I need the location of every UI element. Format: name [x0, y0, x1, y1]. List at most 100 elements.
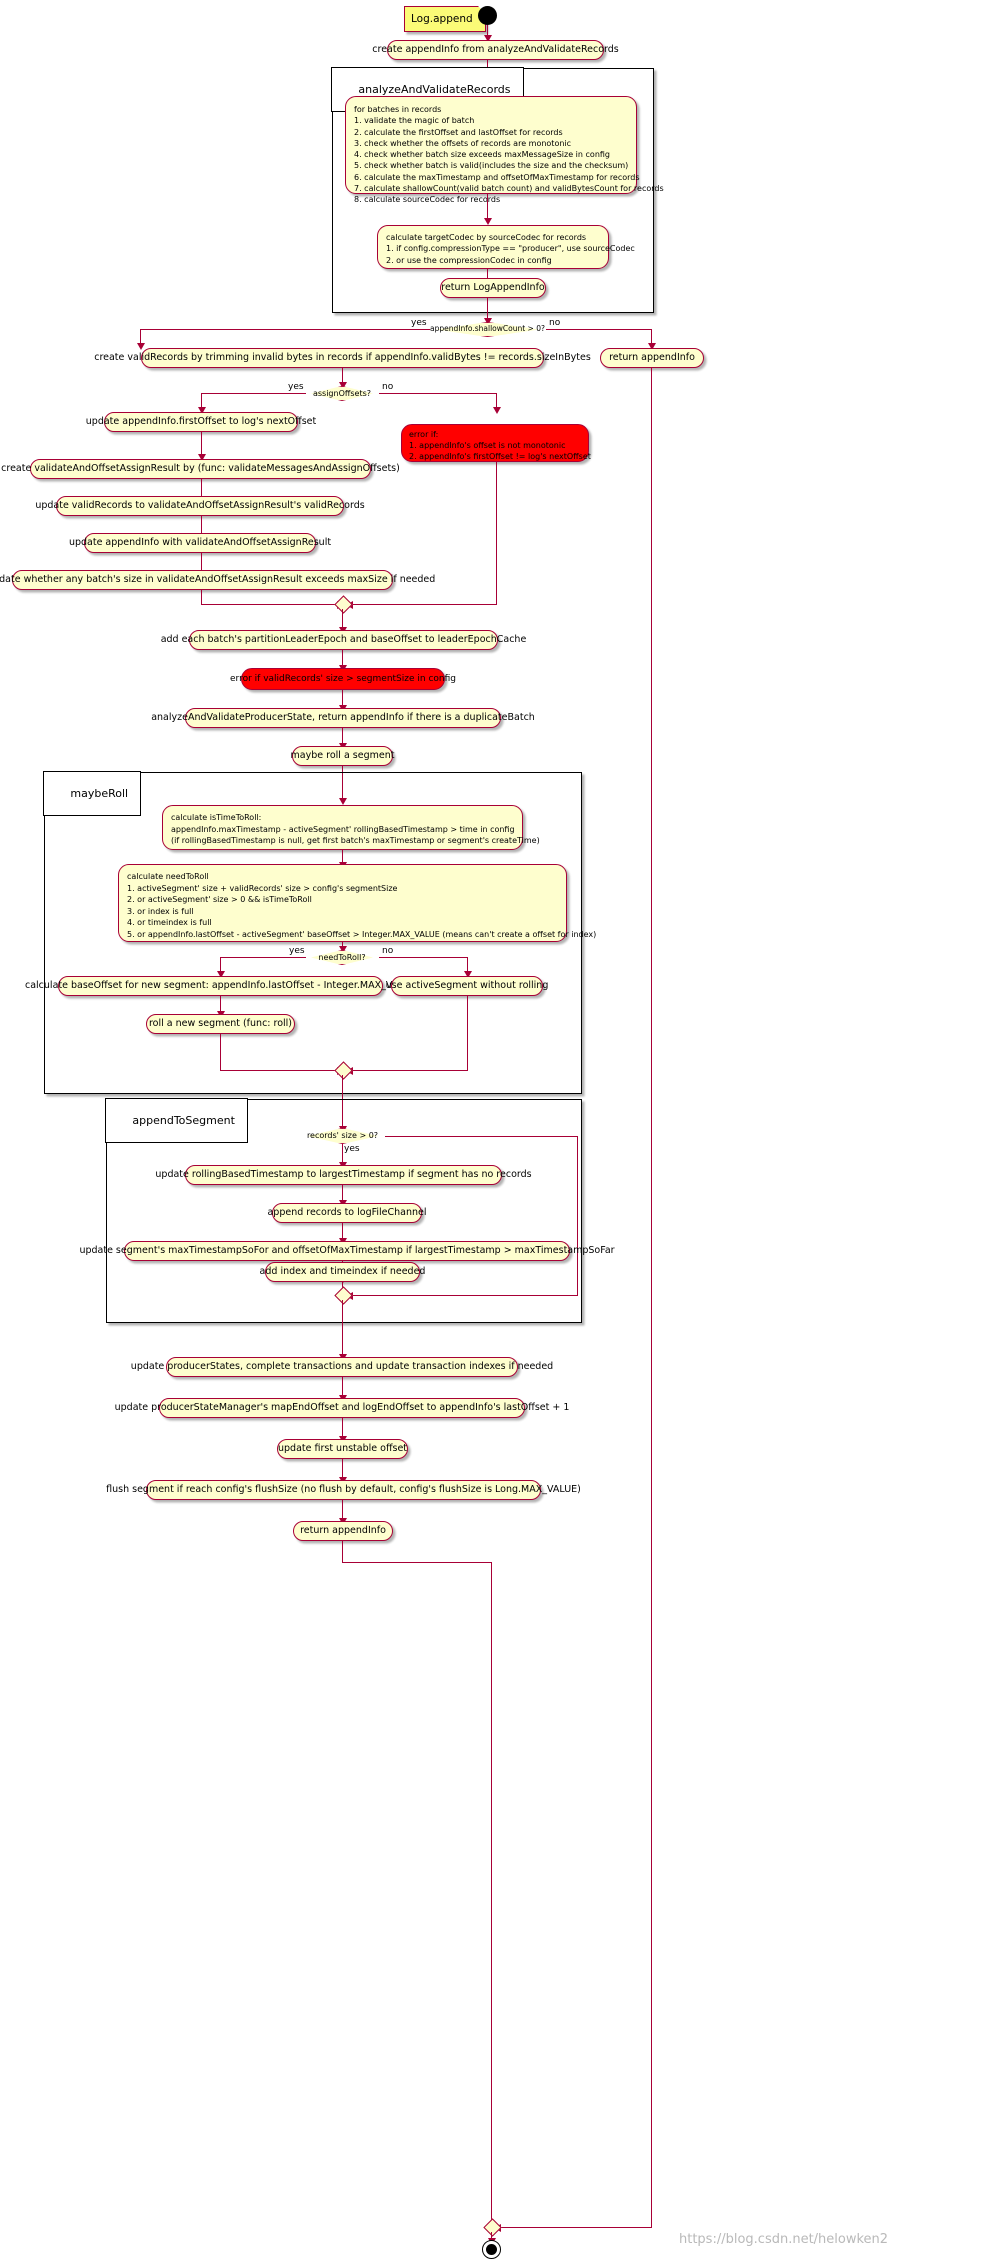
activity-flush-segment-label: flush segment if reach config's flushSiz… [106, 1483, 581, 1495]
edge-right-return-down [651, 368, 653, 2228]
edge-merge-records-down [342, 1300, 344, 1356]
decision-shallow-count-yes: yes [411, 318, 427, 328]
edge-recordsize-no-h [385, 1136, 578, 1138]
activity-append-records-channel[interactable]: append records to logFileChannel [267, 1203, 427, 1223]
edge-merge1-down [342, 609, 344, 629]
activity-error-segment-size[interactable]: error if validRecords' size > segmentSiz… [230, 668, 456, 690]
activity-error-offsets-label: error if: 1. appendInfo's offset is not … [409, 430, 591, 461]
edge-error-offsets-down [496, 462, 498, 605]
activity-create-append-info[interactable]: create appendInfo from analyzeAndValidat… [372, 40, 619, 60]
activity-maybe-roll-a-segment-label: maybe roll a segment [290, 749, 395, 761]
activity-maybe-roll-a-segment[interactable]: maybe roll a segment [290, 746, 395, 766]
activity-update-max-timestamp-label: update segment's maxTimestampSoFor and o… [79, 1244, 615, 1256]
activity-analyze-producer-state-label: analyzeAndValidateProducerState, return … [151, 711, 535, 723]
decision-assign-offsets-yes: yes [288, 382, 304, 392]
activity-create-validate-assign[interactable]: create validateAndOffsetAssignResult by … [1, 459, 400, 479]
activity-update-producer-manager[interactable]: update producerStateManager's mapEndOffs… [115, 1398, 569, 1418]
activity-return-log-append-info-label: return LogAppendInfo [441, 281, 545, 293]
activity-calc-base-offset[interactable]: calculate baseOffset for new segment: ap… [25, 976, 416, 996]
partition-maybe-roll-title: maybeRoll [43, 771, 142, 817]
activity-return-append-info-bottom[interactable]: return appendInfo [293, 1521, 393, 1541]
decision-assign-offsets-label: assignOffsets? [312, 389, 372, 398]
activity-need-to-roll-calc-label: calculate needToRoll 1. activeSegment' s… [127, 872, 597, 939]
decision-shallow-count-label: appendInfo.shallowCount > 0? [430, 324, 545, 333]
start-node [478, 6, 497, 25]
activity-is-time-to-roll-label: calculate isTimeToRoll: appendInfo.maxTi… [171, 813, 540, 845]
activity-create-valid-records-label: create validRecords by trimming invalid … [94, 351, 591, 363]
edge-shallow-no-h [546, 329, 652, 331]
edge-error-offsets-to-merge [349, 604, 497, 606]
watermark: https://blog.csdn.net/helowken2 [679, 2232, 889, 2247]
activity-return-append-info-bottom-label: return appendInfo [300, 1524, 386, 1536]
activity-need-to-roll-calc[interactable]: calculate needToRoll 1. activeSegment' s… [118, 864, 596, 942]
edge-list-to-codec [487, 194, 489, 220]
edge-firstoffset-to-create-validate [201, 432, 203, 456]
activity-update-append-info[interactable]: update appendInfo with validateAndOffset… [69, 533, 331, 553]
activity-create-validate-assign-label: create validateAndOffsetAssignResult by … [1, 462, 400, 474]
partition-append-to-segment-title: appendToSegment [105, 1098, 248, 1144]
activity-update-rolling-timestamp-label: update rollingBasedTimestamp to largestT… [155, 1168, 532, 1180]
edge-assign-yes-h [201, 393, 306, 395]
edge-useactive-merge-h [349, 1070, 468, 1072]
partition-append-to-segment-label: appendToSegment [132, 1114, 235, 1128]
activity-validate-list-label: for batches in records 1. validate the m… [354, 105, 664, 205]
activity-create-valid-records[interactable]: create validRecords by trimming invalid … [94, 348, 591, 368]
activity-validate-list[interactable]: for batches in records 1. validate the m… [345, 96, 664, 204]
edge-roll-merge-h [220, 1070, 340, 1072]
activity-update-producer-states[interactable]: update producerStates, complete transact… [131, 1357, 553, 1377]
edge-shallow-yes-h [140, 329, 430, 331]
activity-append-records-channel-label: append records to logFileChannel [267, 1206, 427, 1218]
activity-flush-segment[interactable]: flush segment if reach config's flushSiz… [106, 1480, 581, 1500]
edge-recordsize-yes-v [342, 1144, 344, 1164]
activity-update-unstable-offset-label: update first unstable offset [277, 1442, 408, 1454]
arrow-shallow-yes [136, 343, 145, 350]
activity-update-producer-manager-label: update producerStateManager's mapEndOffs… [114, 1401, 570, 1413]
edge-needtoroll-yes-h [220, 957, 306, 959]
decision-need-to-roll-label: needToRoll? [318, 953, 366, 962]
decision-records-size-yes: yes [344, 1144, 360, 1154]
activity-return-append-info-right-label: return appendInfo [609, 351, 695, 363]
activity-analyze-producer-state[interactable]: analyzeAndValidateProducerState, return … [151, 708, 535, 728]
activity-add-leader-epoch-label: add each batch's partitionLeaderEpoch an… [160, 633, 527, 645]
activity-revalidate-batch-size-label: re-validate whether any batch's size in … [0, 573, 436, 585]
activity-update-valid-records[interactable]: update validRecords to validateAndOffset… [35, 496, 365, 516]
activity-update-unstable-offset[interactable]: update first unstable offset [277, 1439, 408, 1459]
activity-add-index[interactable]: add index and timeindex if needed [260, 1262, 425, 1282]
activity-error-segment-size-label: error if validRecords' size > segmentSiz… [230, 673, 456, 684]
decision-assign-offsets-no: no [382, 382, 394, 392]
partition-analyze-label: analyzeAndValidateRecords [358, 83, 511, 97]
activity-use-active-segment[interactable]: use activeSegment without rolling [386, 976, 548, 996]
activity-return-append-info-right[interactable]: return appendInfo [600, 348, 704, 368]
activity-roll-new-segment[interactable]: roll a new segment (func: roll) [146, 1014, 295, 1034]
arrow-list-to-codec [483, 218, 492, 225]
edge-revalidate-down [201, 590, 203, 604]
edge-assign-no-h [379, 393, 497, 395]
activity-update-valid-records-label: update validRecords to validateAndOffset… [35, 499, 365, 511]
arrow-assign-no [492, 407, 501, 414]
activity-add-leader-epoch[interactable]: add each batch's partitionLeaderEpoch an… [161, 630, 526, 650]
activity-use-active-segment-label: use activeSegment without rolling [385, 979, 549, 991]
edge-revalidate-to-merge [201, 604, 341, 606]
activity-roll-new-segment-label: roll a new segment (func: roll) [148, 1017, 293, 1029]
flowchart-canvas: Log.append create appendInfo from analyz… [0, 0, 994, 2261]
activity-update-max-timestamp[interactable]: update segment's maxTimestampSoFor and o… [79, 1241, 615, 1261]
activity-update-first-offset-label: update appendInfo.firstOffset to log's n… [85, 415, 317, 427]
edge-recordsize-no-v [577, 1136, 579, 1295]
edge-return-final-h [342, 1562, 492, 1564]
activity-error-offsets[interactable]: error if: 1. appendInfo's offset is not … [401, 424, 591, 462]
activity-target-codec[interactable]: calculate targetCodec by sourceCodec for… [377, 225, 635, 269]
partition-maybe-roll-label: maybeRoll [70, 787, 129, 801]
edge-right-return-bottom [497, 2227, 652, 2229]
edge-return-to-final-merge [342, 1541, 344, 1563]
activity-update-first-offset[interactable]: update appendInfo.firstOffset to log's n… [86, 412, 316, 432]
activity-calc-base-offset-label: calculate baseOffset for new segment: ap… [25, 979, 417, 991]
activity-update-append-info-label: update appendInfo with validateAndOffset… [68, 536, 332, 548]
activity-return-log-append-info[interactable]: return LogAppendInfo [440, 278, 546, 298]
activity-update-rolling-timestamp[interactable]: update rollingBasedTimestamp to largestT… [155, 1165, 532, 1185]
activity-revalidate-batch-size[interactable]: re-validate whether any batch's size in … [0, 570, 435, 590]
activity-is-time-to-roll[interactable]: calculate isTimeToRoll: appendInfo.maxTi… [162, 805, 540, 850]
merge-node-final [483, 2218, 502, 2237]
end-node-inner [486, 2244, 497, 2255]
edge-roll-down-merge [220, 1034, 222, 1070]
activity-target-codec-label: calculate targetCodec by sourceCodec for… [386, 233, 635, 265]
